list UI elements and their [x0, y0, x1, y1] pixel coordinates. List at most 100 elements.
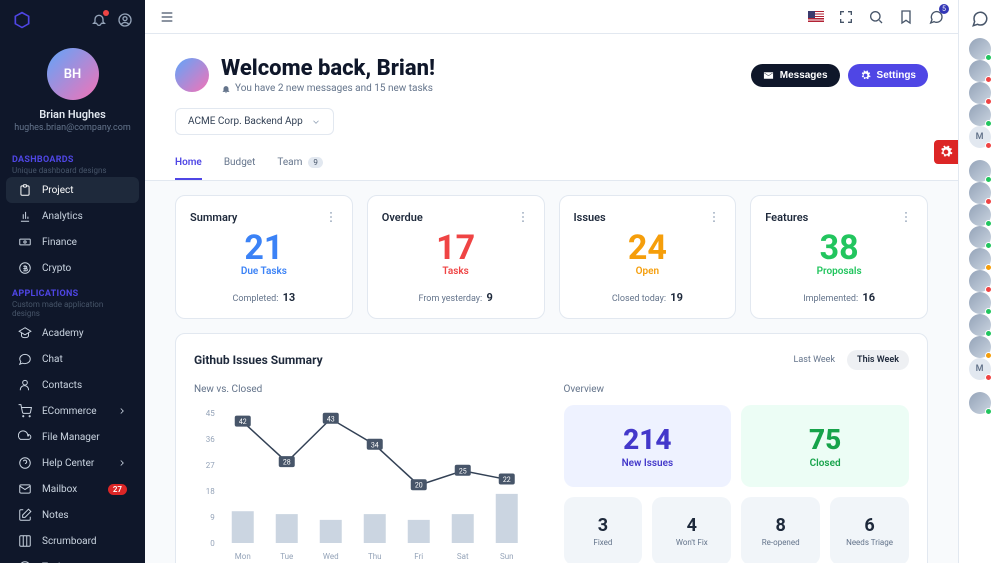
contact-avatar[interactable]	[969, 38, 991, 60]
svg-text:9: 9	[210, 513, 215, 522]
user-circle-icon[interactable]	[117, 12, 133, 28]
status-indicator	[985, 374, 992, 381]
chart-title: New vs. Closed	[194, 384, 540, 395]
more-vertical-icon[interactable]	[707, 210, 721, 224]
status-indicator	[985, 308, 992, 315]
contact-avatar[interactable]: M	[969, 358, 991, 380]
svg-text:25: 25	[459, 467, 467, 475]
status-indicator	[985, 198, 992, 205]
tab-team[interactable]: Team9	[277, 147, 323, 180]
board-icon	[18, 534, 32, 548]
nav-item-project[interactable]: Project	[6, 177, 139, 203]
currency-icon	[18, 261, 32, 275]
welcome-bar: Welcome back, Brian! You have 2 new mess…	[145, 34, 958, 108]
card-overdue: Overdue 17 Tasks From yesterday: 9	[367, 195, 545, 319]
more-vertical-icon[interactable]	[899, 210, 913, 224]
messages-button[interactable]: Messages	[751, 64, 840, 87]
more-vertical-icon[interactable]	[516, 210, 530, 224]
app-logo	[12, 10, 32, 30]
status-indicator	[985, 76, 992, 83]
github-panel: Github Issues Summary Last WeekThis Week…	[175, 333, 928, 563]
contact-avatar[interactable]	[969, 182, 991, 204]
nav-item-academy[interactable]: Academy	[6, 320, 139, 346]
nav-item-mailbox[interactable]: Mailbox27	[6, 476, 139, 502]
nav-item-notes[interactable]: Notes	[6, 502, 139, 528]
settings-button[interactable]: Settings	[848, 64, 928, 87]
nav-item-chat[interactable]: Chat	[6, 346, 139, 372]
messages-icon[interactable]: 5	[928, 9, 944, 25]
contact-avatar[interactable]: M	[969, 126, 991, 148]
card-value: 38	[765, 228, 913, 268]
tile-closed: 75Closed	[741, 405, 909, 487]
contact-avatar[interactable]	[969, 248, 991, 270]
settings-fab[interactable]	[934, 140, 958, 164]
svg-text:Tue: Tue	[280, 552, 293, 561]
tab-home[interactable]: Home	[175, 147, 202, 180]
more-vertical-icon[interactable]	[324, 210, 338, 224]
status-indicator	[985, 352, 992, 359]
contacts-rail: MM	[958, 0, 1000, 563]
card-value: 17	[382, 228, 530, 268]
contact-avatar[interactable]	[969, 226, 991, 248]
contact-avatar[interactable]	[969, 204, 991, 226]
contact-avatar[interactable]	[969, 60, 991, 82]
nav-item-label: Chat	[42, 354, 63, 365]
nav-item-scrumboard[interactable]: Scrumboard	[6, 528, 139, 554]
contact-avatar[interactable]	[969, 314, 991, 336]
contact-avatar[interactable]	[969, 292, 991, 314]
tab-budget[interactable]: Budget	[224, 147, 256, 180]
tile-needs-triage: 6Needs Triage	[830, 497, 909, 563]
fullscreen-icon[interactable]	[838, 9, 854, 25]
card-title: Features	[765, 211, 808, 224]
project-selector[interactable]: ACME Corp. Backend App	[175, 108, 334, 135]
nav-item-tasks[interactable]: Tasks	[6, 554, 139, 563]
contact-avatar[interactable]	[969, 392, 991, 414]
tile-new-issues: 214New Issues	[564, 405, 732, 487]
contact-avatar[interactable]	[969, 82, 991, 104]
svg-text:34: 34	[371, 441, 379, 449]
nav-item-analytics[interactable]: Analytics	[6, 203, 139, 229]
card-label: Tasks	[382, 266, 530, 277]
card-label: Due Tasks	[190, 266, 338, 277]
contacts-icon	[18, 378, 32, 392]
chart-bar-icon	[18, 209, 32, 223]
svg-text:Mon: Mon	[235, 552, 251, 561]
svg-text:Fri: Fri	[414, 552, 423, 561]
user-avatar[interactable]: BH	[47, 48, 99, 100]
nav-item-help-center[interactable]: Help Center	[6, 450, 139, 476]
chat-icon[interactable]	[971, 10, 989, 28]
welcome-title: Welcome back, Brian!	[221, 56, 435, 81]
top-header: 5	[145, 0, 958, 34]
status-indicator	[985, 220, 992, 227]
toggle-last-week[interactable]: Last Week	[784, 350, 846, 370]
nav-item-finance[interactable]: Finance	[6, 229, 139, 255]
user-name: Brian Hughes	[39, 108, 105, 121]
clipboard-icon	[18, 183, 32, 197]
toggle-this-week[interactable]: This Week	[847, 350, 909, 370]
search-icon[interactable]	[868, 9, 884, 25]
tile-won-t-fix: 4Won't Fix	[652, 497, 731, 563]
overview-title: Overview	[564, 384, 910, 395]
nav-item-crypto[interactable]: Crypto	[6, 255, 139, 281]
nav-item-contacts[interactable]: Contacts	[6, 372, 139, 398]
svg-text:20: 20	[415, 482, 423, 490]
svg-text:0: 0	[210, 539, 215, 548]
menu-toggle-icon[interactable]	[159, 9, 175, 25]
notifications-icon[interactable]	[91, 12, 107, 28]
nav-item-label: Scrumboard	[42, 536, 97, 547]
contact-avatar[interactable]	[969, 160, 991, 182]
nav-item-label: Contacts	[42, 380, 82, 391]
contact-avatar[interactable]	[969, 104, 991, 126]
nav-item-file-manager[interactable]: File Manager	[6, 424, 139, 450]
nav-item-ecommerce[interactable]: ECommerce	[6, 398, 139, 424]
language-flag[interactable]	[808, 11, 824, 23]
status-indicator	[985, 120, 992, 127]
contact-avatar[interactable]	[969, 336, 991, 358]
status-indicator	[985, 330, 992, 337]
bell-icon	[221, 84, 231, 94]
contact-avatar[interactable]	[969, 270, 991, 292]
help-icon	[18, 456, 32, 470]
nav-item-label: Crypto	[42, 263, 71, 274]
bookmark-icon[interactable]	[898, 9, 914, 25]
card-features: Features 38 Proposals Implemented: 16	[750, 195, 928, 319]
